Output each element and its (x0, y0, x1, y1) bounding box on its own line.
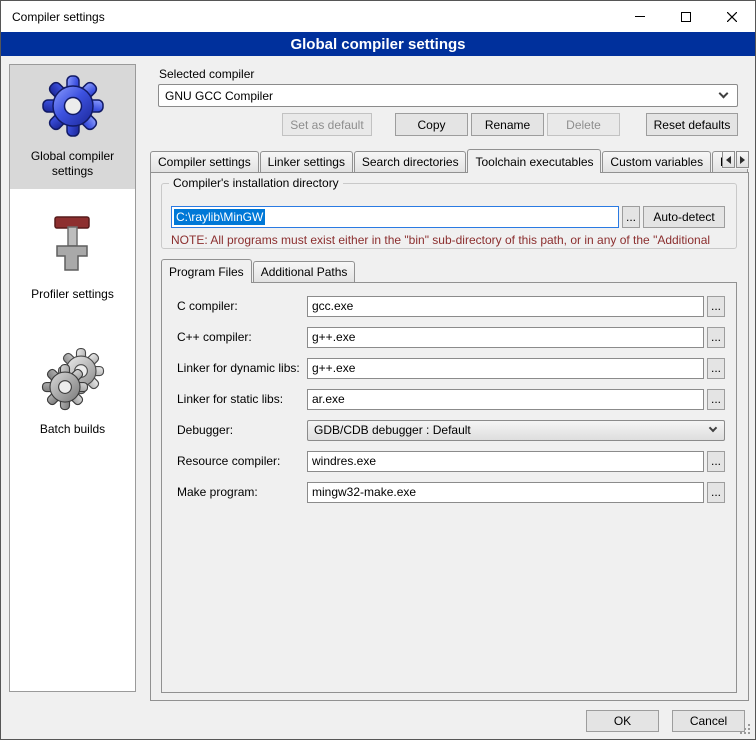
page-title: Global compiler settings (1, 32, 755, 56)
linker-dynamic-label: Linker for dynamic libs: (177, 361, 307, 375)
sidebar-item-label: Global compiler settings (14, 149, 131, 179)
selected-compiler-value: GNU GCC Compiler (165, 89, 273, 103)
note-text: NOTE: All programs must exist either in … (171, 233, 738, 247)
field-row-cpp-compiler: C++ compiler: ... (177, 326, 736, 348)
sidebar-item-label: Batch builds (40, 422, 105, 437)
subtab-program-files[interactable]: Program Files (161, 259, 252, 283)
tab-linker-settings[interactable]: Linker settings (260, 151, 353, 172)
installation-directory-input[interactable]: C:\raylib\MinGW (171, 206, 619, 228)
chevron-down-icon (709, 424, 717, 432)
settings-tabbar: Compiler settings Linker settings Search… (150, 148, 749, 173)
arrow-left-icon (726, 156, 731, 164)
maximize-button[interactable] (663, 1, 709, 32)
debugger-select-value: GDB/CDB debugger : Default (314, 423, 471, 437)
c-compiler-browse-button[interactable]: ... (707, 296, 725, 317)
gear-blue-icon (41, 74, 105, 138)
make-program-input[interactable] (307, 482, 704, 503)
arrow-right-icon (740, 156, 745, 164)
reset-defaults-button[interactable]: Reset defaults (646, 113, 738, 136)
installation-directory-group-title: Compiler's installation directory (169, 176, 343, 190)
sidebar-item-label: Profiler settings (31, 287, 114, 302)
linker-static-browse-button[interactable]: ... (707, 389, 725, 410)
field-row-linker-dynamic: Linker for dynamic libs: ... (177, 357, 736, 379)
selected-compiler-label: Selected compiler (159, 67, 254, 81)
resource-compiler-browse-button[interactable]: ... (707, 451, 725, 472)
profiler-tool-icon (41, 212, 105, 276)
tab-search-directories[interactable]: Search directories (354, 151, 467, 172)
sidebar-item-batch-builds[interactable]: Batch builds (10, 338, 135, 447)
linker-dynamic-browse-button[interactable]: ... (707, 358, 725, 379)
debugger-select[interactable]: GDB/CDB debugger : Default (307, 420, 725, 441)
compiler-settings-dialog: Compiler settings Global compiler settin… (0, 0, 756, 740)
tab-scroll-right-button[interactable] (736, 151, 749, 168)
make-program-browse-button[interactable]: ... (707, 482, 725, 503)
delete-button: Delete (547, 113, 620, 136)
selected-directory-text: C:\raylib\MinGW (174, 209, 265, 225)
tab-toolchain-executables[interactable]: Toolchain executables (467, 149, 601, 173)
close-button[interactable] (709, 1, 755, 32)
c-compiler-label: C compiler: (177, 299, 307, 313)
rename-button[interactable]: Rename (471, 113, 544, 136)
field-row-make-program: Make program: ... (177, 481, 736, 503)
chevron-down-icon (719, 89, 729, 99)
subtab-additional-paths[interactable]: Additional Paths (253, 261, 356, 282)
tab-scroll-controls (722, 151, 750, 169)
tab-compiler-settings[interactable]: Compiler settings (150, 151, 259, 172)
auto-detect-button[interactable]: Auto-detect (643, 206, 725, 228)
resource-compiler-label: Resource compiler: (177, 454, 307, 468)
compiler-actions: Set as default Copy Rename Delete Reset … (158, 113, 738, 136)
cpp-compiler-browse-button[interactable]: ... (707, 327, 725, 348)
tab-scroll-left-button[interactable] (722, 151, 735, 168)
make-program-label: Make program: (177, 485, 307, 499)
field-row-c-compiler: C compiler: ... (177, 295, 736, 317)
linker-static-input[interactable] (307, 389, 704, 410)
ok-button[interactable]: OK (586, 710, 659, 732)
debugger-label: Debugger: (177, 423, 307, 437)
resource-compiler-input[interactable] (307, 451, 704, 472)
window-title: Compiler settings (12, 10, 105, 24)
directory-browse-button[interactable]: ... (622, 206, 640, 228)
selected-compiler-dropdown[interactable]: GNU GCC Compiler (158, 84, 738, 107)
title-bar: Compiler settings (1, 1, 755, 32)
linker-dynamic-input[interactable] (307, 358, 704, 379)
cpp-compiler-input[interactable] (307, 327, 704, 348)
field-row-linker-static: Linker for static libs: ... (177, 388, 736, 410)
linker-static-label: Linker for static libs: (177, 392, 307, 406)
close-icon (727, 12, 737, 22)
program-files-panel: C compiler: ... C++ compiler: ... Linker… (161, 282, 737, 693)
minimize-button[interactable] (617, 1, 663, 32)
program-files-tabbar: Program Files Additional Paths (161, 259, 737, 283)
gears-stack-icon (41, 347, 105, 411)
cpp-compiler-label: C++ compiler: (177, 330, 307, 344)
minimize-icon (635, 16, 645, 17)
tab-custom-variables[interactable]: Custom variables (602, 151, 711, 172)
field-row-debugger: Debugger: GDB/CDB debugger : Default (177, 419, 736, 441)
c-compiler-input[interactable] (307, 296, 704, 317)
settings-sidebar: Global compiler settings Profiler settin… (9, 64, 136, 692)
sidebar-item-global-compiler-settings[interactable]: Global compiler settings (10, 65, 135, 189)
sidebar-item-profiler-settings[interactable]: Profiler settings (10, 203, 135, 312)
window-controls (617, 1, 755, 32)
resize-grip[interactable] (738, 722, 750, 734)
cancel-button[interactable]: Cancel (672, 710, 745, 732)
copy-button[interactable]: Copy (395, 113, 468, 136)
field-row-resource-compiler: Resource compiler: ... (177, 450, 736, 472)
set-as-default-button: Set as default (282, 113, 372, 136)
maximize-icon (681, 12, 691, 22)
